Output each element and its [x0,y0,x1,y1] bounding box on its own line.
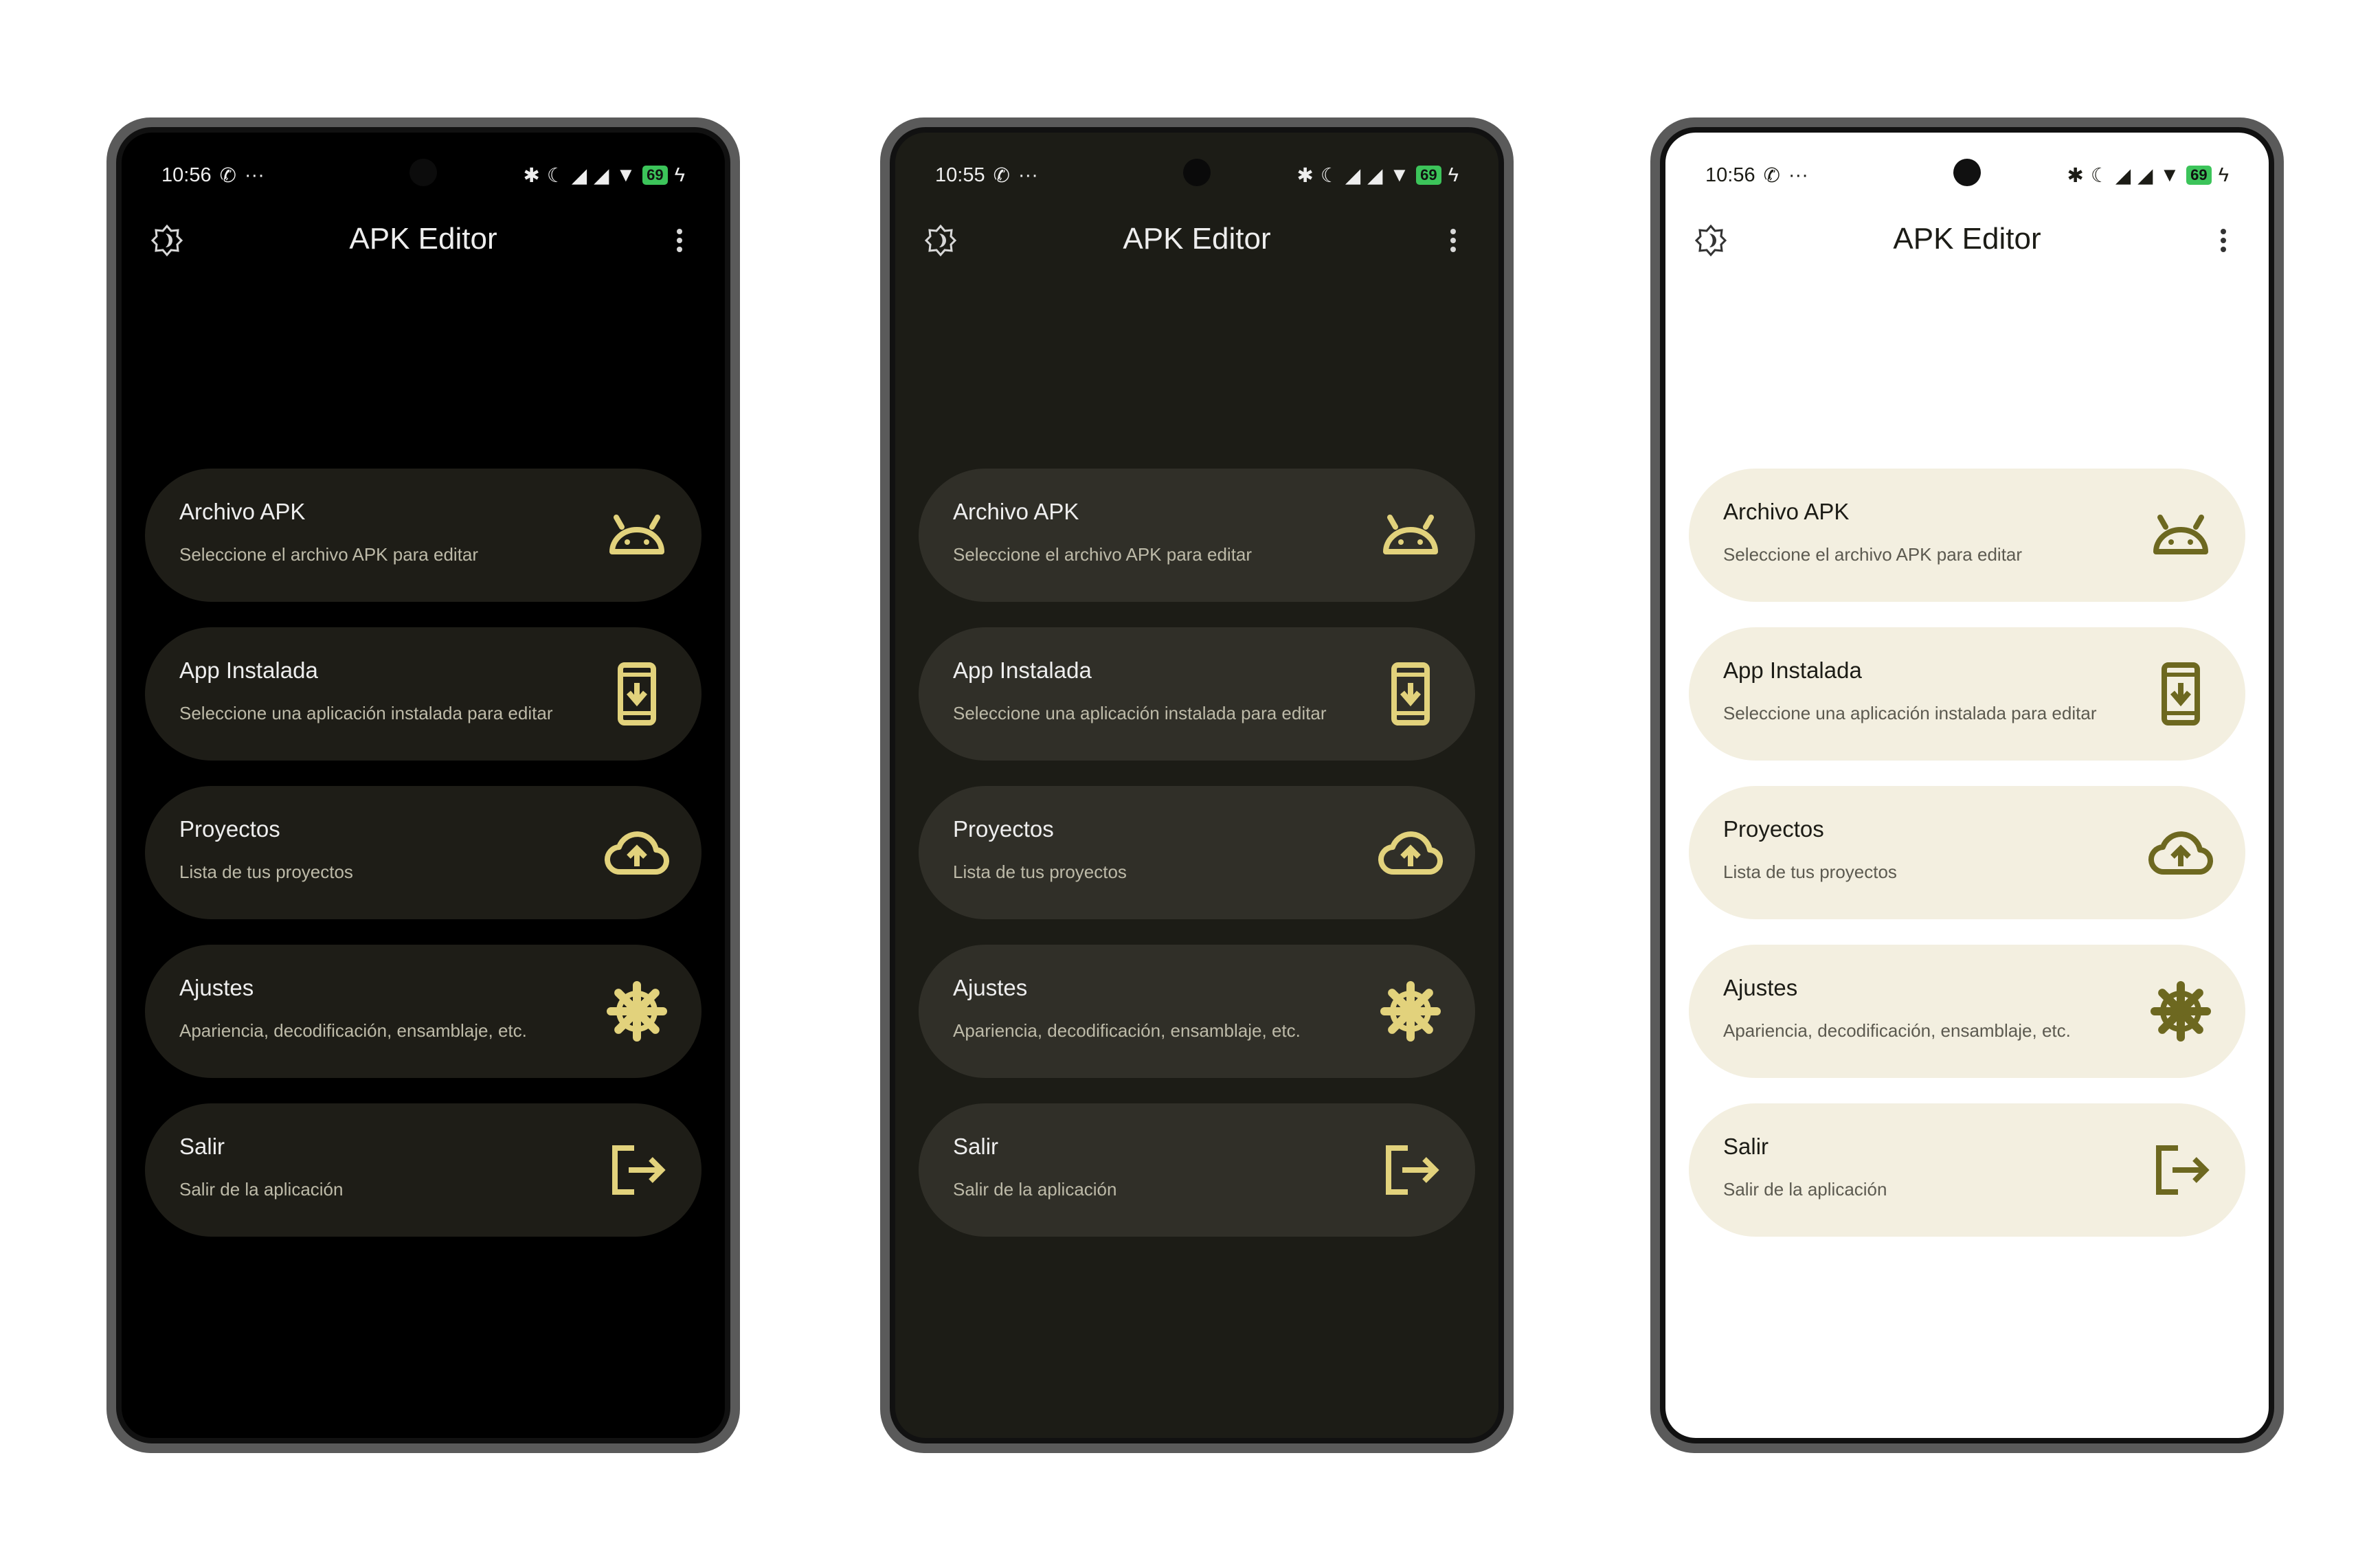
more-options-icon[interactable] [663,224,696,260]
menu-item-android[interactable]: Archivo APK Seleccione el archivo APK pa… [919,469,1475,602]
status-bar: 10:55 ✆ ··· ✱ ☾ ◢ ◢ ▼ 69 ϟ [935,160,1459,190]
charging-icon: ϟ [2218,164,2229,186]
menu-list: Archivo APK Seleccione el archivo APK pa… [1689,469,2245,1262]
status-time: 10:56 [161,164,212,186]
moon-icon: ☾ [1320,164,1338,187]
whatsapp-icon: ✆ [219,164,236,187]
screen: 10:56 ✆ ··· ✱ ☾ ◢ ◢ ▼ 69 ϟ APK Editor Ar… [116,127,730,1443]
charging-icon: ϟ [1448,164,1459,186]
menu-item-phone-download[interactable]: App Instalada Seleccione una aplicación … [145,627,701,761]
theme-toggle-icon[interactable] [1694,224,1727,260]
moon-icon: ☾ [2090,164,2109,187]
exit-icon [2148,1137,2214,1203]
whatsapp-icon: ✆ [1763,164,1780,187]
menu-item-gear[interactable]: Ajustes Apariencia, decodificación, ensa… [145,945,701,1078]
battery-badge: 69 [642,166,668,185]
more-options-icon[interactable] [2207,224,2240,260]
phone-download-icon [2148,661,2214,727]
status-bar: 10:56 ✆ ··· ✱ ☾ ◢ ◢ ▼ 69 ϟ [1705,160,2229,190]
charging-icon: ϟ [674,164,685,186]
menu-item-android[interactable]: Archivo APK Seleccione el archivo APK pa… [1689,469,2245,602]
bluetooth-icon: ✱ [2067,164,2084,187]
screen: 10:56 ✆ ··· ✱ ☾ ◢ ◢ ▼ 69 ϟ APK Editor Ar… [1660,127,2274,1443]
cloud-upload-icon [604,820,670,886]
android-icon [1378,502,1444,568]
exit-icon [604,1137,670,1203]
menu-item-cloud-upload[interactable]: Proyectos Lista de tus proyectos [145,786,701,919]
bluetooth-icon: ✱ [1296,164,1314,187]
phone-download-icon [604,661,670,727]
wifi-icon: ▼ [2159,164,2180,186]
phone-light: 10:56 ✆ ··· ✱ ☾ ◢ ◢ ▼ 69 ϟ APK Editor Ar… [1650,117,2284,1453]
signal-icon: ◢ [571,164,587,187]
status-time: 10:56 [1705,164,1755,186]
status-bar: 10:56 ✆ ··· ✱ ☾ ◢ ◢ ▼ 69 ϟ [161,160,685,190]
menu-item-cloud-upload[interactable]: Proyectos Lista de tus proyectos [1689,786,2245,919]
status-time: 10:55 [935,164,985,186]
gear-icon [604,978,670,1044]
app-bar: APK Editor [1665,212,2269,267]
app-bar: APK Editor [895,212,1498,267]
menu-item-phone-download[interactable]: App Instalada Seleccione una aplicación … [1689,627,2245,761]
wifi-icon: ▼ [616,164,636,186]
app-title: APK Editor [349,222,497,256]
menu-item-android[interactable]: Archivo APK Seleccione el archivo APK pa… [145,469,701,602]
battery-badge: 69 [1416,166,1441,185]
exit-icon [1378,1137,1444,1203]
gear-icon [2148,978,2214,1044]
app-bar: APK Editor [122,212,725,267]
gear-icon [1378,978,1444,1044]
phone-download-icon [1378,661,1444,727]
menu-item-cloud-upload[interactable]: Proyectos Lista de tus proyectos [919,786,1475,919]
more-notifications: ··· [1018,164,1038,186]
more-options-icon[interactable] [1437,224,1470,260]
menu-item-exit[interactable]: Salir Salir de la aplicación [145,1103,701,1237]
whatsapp-icon: ✆ [993,164,1010,187]
theme-toggle-icon[interactable] [150,224,183,260]
cloud-upload-icon [1378,820,1444,886]
bluetooth-icon: ✱ [523,164,540,187]
menu-list: Archivo APK Seleccione el archivo APK pa… [145,469,701,1262]
screen: 10:55 ✆ ··· ✱ ☾ ◢ ◢ ▼ 69 ϟ APK Editor Ar… [890,127,1504,1443]
app-title: APK Editor [1123,222,1271,256]
menu-item-gear[interactable]: Ajustes Apariencia, decodificación, ensa… [1689,945,2245,1078]
battery-badge: 69 [2186,166,2212,185]
signal-icon: ◢ [1345,164,1361,187]
more-notifications: ··· [244,164,265,186]
menu-item-exit[interactable]: Salir Salir de la aplicación [919,1103,1475,1237]
menu-item-gear[interactable]: Ajustes Apariencia, decodificación, ensa… [919,945,1475,1078]
android-icon [2148,502,2214,568]
menu-item-exit[interactable]: Salir Salir de la aplicación [1689,1103,2245,1237]
more-notifications: ··· [1788,164,1808,186]
phone-dark: 10:55 ✆ ··· ✱ ☾ ◢ ◢ ▼ 69 ϟ APK Editor Ar… [880,117,1514,1453]
wifi-icon: ▼ [1389,164,1410,186]
android-icon [604,502,670,568]
cloud-upload-icon [2148,820,2214,886]
signal-icon: ◢ [594,164,609,187]
signal-icon: ◢ [2137,164,2153,187]
theme-toggle-icon[interactable] [924,224,957,260]
menu-item-phone-download[interactable]: App Instalada Seleccione una aplicación … [919,627,1475,761]
app-title: APK Editor [1893,222,2041,256]
phone-amoled-black: 10:56 ✆ ··· ✱ ☾ ◢ ◢ ▼ 69 ϟ APK Editor Ar… [106,117,740,1453]
signal-icon: ◢ [1367,164,1383,187]
menu-list: Archivo APK Seleccione el archivo APK pa… [919,469,1475,1262]
moon-icon: ☾ [546,164,565,187]
signal-icon: ◢ [2115,164,2131,187]
